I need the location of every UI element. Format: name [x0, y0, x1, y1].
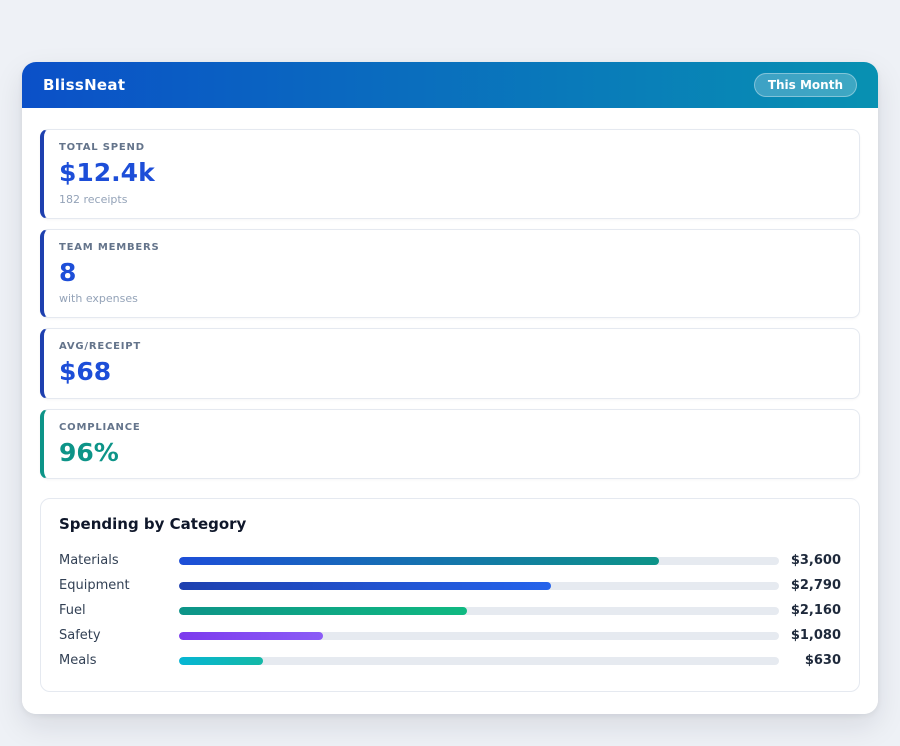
stat-sub: 182 receipts [59, 192, 128, 206]
bar-fill-meals [179, 656, 263, 665]
bar-track [179, 581, 779, 590]
chart-title: Spending by Category [59, 515, 247, 533]
bar-fill-materials [179, 556, 659, 565]
stat-value: $12.4k [59, 158, 155, 187]
category-label: Safety [59, 628, 101, 643]
chart-row-fuel: Fuel $2,160 [59, 598, 841, 623]
stat-sub: with expenses [59, 292, 138, 305]
app-header: BlissNeat This Month [22, 62, 878, 108]
app-title: BlissNeat [43, 76, 126, 94]
bar-track [179, 606, 779, 615]
stat-card-avg-receipt: AVG/RECEIPT $68 [40, 328, 860, 399]
chart-row-meals: Meals $630 [59, 648, 841, 673]
dashboard-body: TOTAL SPEND $12.4k 182 receipts TEAM MEM… [22, 108, 878, 714]
stat-card-compliance: COMPLIANCE 96% [40, 408, 860, 479]
stat-label: COMPLIANCE [59, 421, 141, 433]
bar-fill-fuel [179, 606, 467, 615]
bar-track [179, 631, 779, 640]
stat-value: 8 [59, 257, 77, 287]
stat-value: $68 [59, 357, 112, 386]
category-value: $630 [804, 653, 841, 668]
bar-track [179, 556, 779, 565]
category-label: Fuel [59, 603, 86, 618]
category-label: Meals [59, 653, 97, 668]
chart-row-equipment: Equipment $2,790 [59, 573, 841, 598]
stat-card-team-members: TEAM MEMBERS 8 with expenses [40, 228, 860, 318]
category-value: $3,600 [790, 553, 841, 568]
chart-row-safety: Safety $1,080 [59, 623, 841, 648]
stat-label: TOTAL SPEND [59, 142, 145, 153]
stat-card-total-spend: TOTAL SPEND $12.4k 182 receipts [40, 129, 860, 219]
category-label: Equipment [59, 578, 130, 593]
spending-by-category-card: Spending by Category Materials $3,600 Eq… [40, 498, 860, 692]
category-label: Materials [59, 553, 119, 568]
category-value: $2,790 [790, 578, 841, 593]
bar-fill-equipment [179, 581, 551, 590]
category-value: $1,080 [790, 628, 841, 643]
stat-label: TEAM MEMBERS [59, 241, 160, 253]
stat-label: AVG/RECEIPT [59, 341, 142, 352]
dashboard-card: BlissNeat This Month TOTAL SPEND $12.4k … [22, 62, 878, 714]
stat-value: 96% [59, 437, 119, 467]
period-badge[interactable]: This Month [753, 73, 857, 97]
chart-row-materials: Materials $3,600 [59, 548, 841, 573]
bar-fill-safety [179, 631, 323, 640]
bar-track [179, 656, 779, 665]
category-value: $2,160 [790, 603, 841, 618]
